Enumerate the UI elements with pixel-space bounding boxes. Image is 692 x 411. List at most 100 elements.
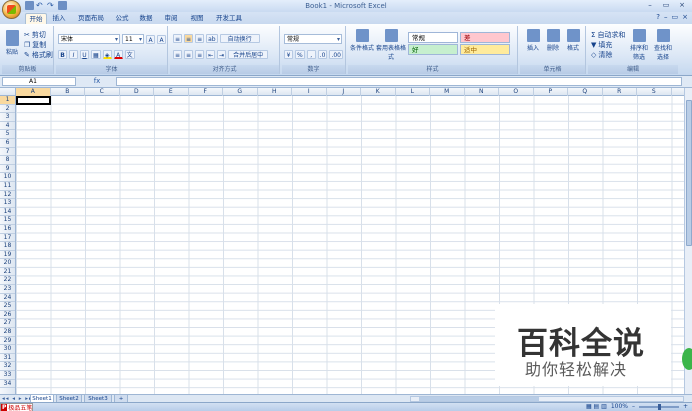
row-header[interactable]: 17: [0, 234, 15, 243]
tab-home[interactable]: 开始: [25, 13, 47, 24]
column-header[interactable]: B: [51, 88, 85, 96]
decrease-decimal-button[interactable]: .00: [329, 50, 343, 59]
zoom-out-button[interactable]: –: [632, 403, 635, 411]
column-header[interactable]: J: [327, 88, 361, 96]
horizontal-scroll-thumb[interactable]: [419, 397, 539, 401]
align-top-button[interactable]: ≡: [173, 34, 183, 43]
row-header[interactable]: 14: [0, 208, 15, 217]
grow-font-button[interactable]: A: [146, 34, 155, 44]
row-header[interactable]: 33: [0, 371, 15, 380]
column-header[interactable]: F: [189, 88, 223, 96]
column-header[interactable]: C: [85, 88, 120, 96]
font-color-button[interactable]: A: [113, 50, 123, 59]
paste-button[interactable]: 粘贴: [4, 30, 20, 56]
italic-button[interactable]: I: [69, 50, 78, 59]
tab-review[interactable]: 审阅: [161, 13, 181, 24]
column-header[interactable]: H: [258, 88, 292, 96]
row-header[interactable]: 34: [0, 380, 15, 389]
office-button[interactable]: [2, 0, 21, 19]
column-header[interactable]: N: [465, 88, 499, 96]
orientation-button[interactable]: ab: [206, 34, 218, 43]
insert-cells-button[interactable]: 插入: [524, 29, 542, 52]
row-header[interactable]: 25: [0, 302, 15, 311]
row-header[interactable]: 21: [0, 268, 15, 277]
row-header[interactable]: 3: [0, 113, 15, 122]
tab-view[interactable]: 视图: [187, 13, 207, 24]
row-header[interactable]: 19: [0, 251, 15, 260]
close-button[interactable]: ×: [674, 0, 690, 10]
name-box[interactable]: A1: [2, 77, 76, 86]
zoom-in-button[interactable]: +: [683, 403, 688, 411]
merge-center-button[interactable]: 合并后居中: [228, 50, 269, 59]
column-header[interactable]: K: [361, 88, 396, 96]
tab-page-layout[interactable]: 页面布局: [76, 13, 106, 24]
increase-decimal-button[interactable]: .0: [317, 50, 328, 59]
align-left-button[interactable]: ≡: [173, 50, 183, 59]
row-header[interactable]: 15: [0, 216, 15, 225]
percent-button[interactable]: %: [295, 50, 305, 59]
row-header[interactable]: 8: [0, 156, 15, 165]
help-icon[interactable]: ?: [656, 13, 660, 21]
phonetic-button[interactable]: 文: [124, 50, 135, 59]
clear-button[interactable]: ◇ 清除: [591, 50, 612, 60]
column-header[interactable]: S: [637, 88, 672, 96]
ribbon-minimize-icon[interactable]: –: [664, 13, 668, 21]
view-buttons[interactable]: ▦ ▤ ▥: [586, 403, 607, 411]
row-header[interactable]: 22: [0, 276, 15, 286]
fx-button[interactable]: fx: [80, 77, 114, 86]
wrap-text-button[interactable]: 自动换行: [219, 34, 260, 43]
conditional-format-button[interactable]: 条件格式: [350, 29, 374, 52]
row-header[interactable]: 26: [0, 311, 15, 320]
fill-button[interactable]: ▼ 填充: [591, 40, 612, 50]
format-painter-button[interactable]: ✎ 格式刷: [24, 50, 53, 60]
align-bottom-button[interactable]: ≡: [195, 34, 205, 43]
currency-button[interactable]: ¥: [284, 50, 293, 59]
column-header[interactable]: M: [430, 88, 465, 96]
column-header[interactable]: O: [499, 88, 534, 96]
row-header[interactable]: 11: [0, 182, 15, 191]
column-header[interactable]: D: [120, 88, 154, 96]
align-center-button[interactable]: ≡: [184, 50, 194, 59]
row-header[interactable]: 23: [0, 285, 15, 294]
zoom-slider[interactable]: [638, 404, 679, 410]
row-header[interactable]: 27: [0, 319, 15, 329]
row-header[interactable]: 9: [0, 165, 15, 174]
zoom-level[interactable]: 100%: [611, 403, 628, 411]
column-header[interactable]: G: [223, 88, 258, 96]
row-header[interactable]: 24: [0, 294, 15, 303]
autosum-button[interactable]: Σ 自动求和: [591, 30, 625, 40]
font-size-select[interactable]: 11: [122, 34, 144, 44]
tab-developer[interactable]: 开发工具: [214, 13, 244, 24]
delete-cells-button[interactable]: 删除: [544, 29, 562, 52]
vertical-scroll-thumb[interactable]: [686, 100, 692, 246]
ime-indicator[interactable]: P 极品五笔: [0, 403, 34, 411]
tab-data[interactable]: 数据: [137, 13, 155, 24]
column-header[interactable]: Q: [568, 88, 603, 96]
select-all-corner[interactable]: [0, 88, 16, 96]
row-header[interactable]: 16: [0, 225, 15, 234]
tab-formulas[interactable]: 公式: [113, 13, 131, 24]
zoom-slider-thumb[interactable]: [657, 404, 661, 410]
row-header[interactable]: 18: [0, 242, 15, 251]
row-header[interactable]: 5: [0, 130, 15, 139]
row-header[interactable]: 4: [0, 122, 15, 131]
column-header[interactable]: P: [534, 88, 568, 96]
row-header[interactable]: 1: [0, 96, 15, 105]
row-header[interactable]: 13: [0, 199, 15, 208]
row-header[interactable]: 32: [0, 362, 15, 371]
row-header[interactable]: 2: [0, 105, 15, 114]
formula-input[interactable]: [116, 77, 682, 86]
find-select-button[interactable]: 查找和选择: [652, 29, 674, 61]
row-header[interactable]: 6: [0, 139, 15, 148]
border-button[interactable]: ▦: [91, 50, 101, 59]
shrink-font-button[interactable]: A: [157, 34, 166, 44]
style-good[interactable]: 好: [408, 44, 458, 55]
bold-button[interactable]: B: [58, 50, 67, 59]
row-header[interactable]: 12: [0, 191, 15, 200]
cut-button[interactable]: ✂ 剪切: [24, 30, 46, 40]
row-header[interactable]: 29: [0, 337, 15, 346]
floating-green-badge[interactable]: [682, 348, 692, 370]
minimize-button[interactable]: –: [642, 0, 658, 10]
underline-button[interactable]: U: [80, 50, 89, 59]
copy-button[interactable]: ❐ 复制: [24, 40, 46, 50]
